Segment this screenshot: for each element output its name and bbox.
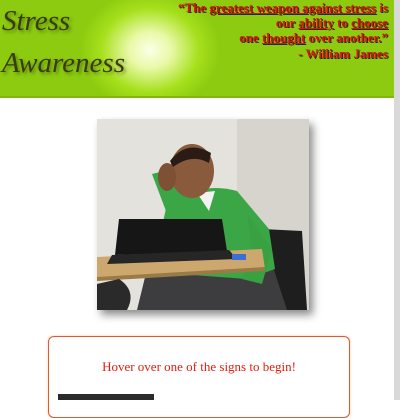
quote-phrase-thought: thought bbox=[261, 30, 306, 45]
site-title: Stress Awareness bbox=[2, 0, 125, 84]
photo-hand bbox=[158, 163, 176, 191]
quote-our: our bbox=[275, 15, 299, 30]
quote-line2: our ability to choose bbox=[168, 15, 388, 30]
nav-strip[interactable] bbox=[58, 394, 154, 400]
photo-phone bbox=[232, 254, 246, 260]
quote-phrase-ability: ability bbox=[298, 15, 334, 30]
site-title-line1: Stress bbox=[2, 5, 71, 37]
quote-is: is bbox=[376, 0, 388, 15]
quote-open: “The bbox=[177, 0, 210, 15]
quote-one: one bbox=[239, 30, 262, 45]
photo-illustration bbox=[97, 119, 309, 310]
quote-phrase-choose: choose bbox=[351, 15, 388, 30]
quote-phrase-weapon: greatest weapon against stress bbox=[209, 0, 377, 15]
quote-line3: one thought over another.” bbox=[168, 30, 388, 45]
instruction-text: Hover over one of the signs to begin! bbox=[102, 359, 296, 374]
stressed-student-photo bbox=[97, 119, 309, 310]
instruction-box: Hover over one of the signs to begin! bbox=[48, 336, 350, 418]
quote-to: to bbox=[333, 15, 352, 30]
photo-laptop-screen bbox=[115, 219, 227, 255]
quote-line1: “The greatest weapon against stress is bbox=[168, 0, 388, 15]
quote-attribution: - William James bbox=[298, 46, 388, 61]
quote-over-another: over another.” bbox=[305, 30, 388, 45]
header-banner: Stress Awareness “The greatest weapon ag… bbox=[0, 0, 394, 98]
site-title-line2: Awareness bbox=[2, 47, 125, 79]
header-quote: “The greatest weapon against stress is o… bbox=[168, 0, 388, 61]
